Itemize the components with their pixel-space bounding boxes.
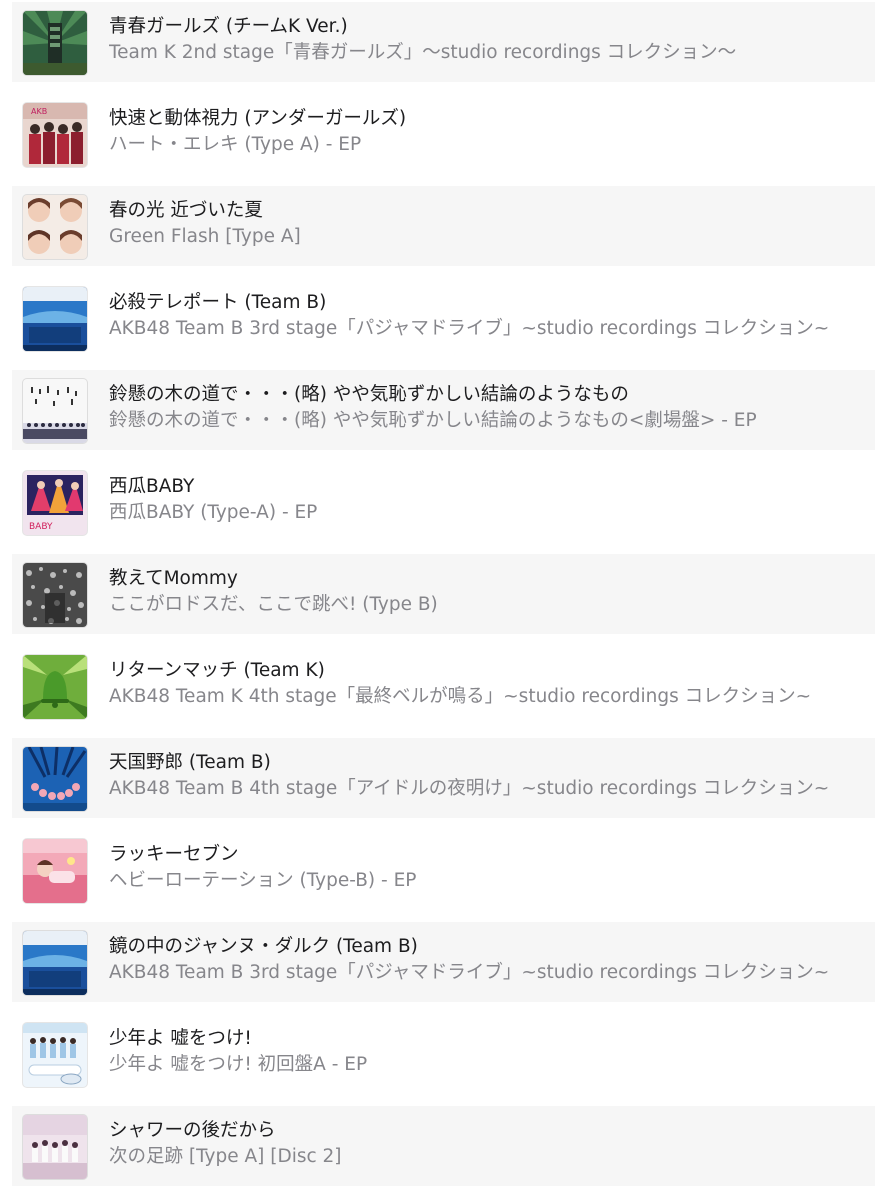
album-name: AKB48 Team B 4th stage「アイドルの夜明け」~studio …	[109, 778, 830, 799]
album-art-blue-stage	[23, 931, 87, 995]
song-row[interactable]: 鈴懸の木の道で・・・(略) やや気恥ずかしい結論のようなもの 鈴懸の木の道で・・…	[12, 370, 875, 450]
album-art-blue-stage	[23, 287, 87, 351]
song-row[interactable]: 必殺テレポート (Team B) AKB48 Team B 3rd stage「…	[12, 278, 875, 358]
album-art-pink-group	[23, 1115, 87, 1179]
song-row[interactable]: BABY 西瓜BABY 西瓜BABY (Type-A) - EP	[12, 462, 875, 542]
album-name: ここがロドスだ、ここで跳べ! (Type B)	[109, 594, 438, 615]
album-name: Green Flash [Type A]	[109, 226, 301, 247]
album-name: 次の足跡 [Type A] [Disc 2]	[109, 1146, 342, 1167]
song-title: 快速と動体視力 (アンダーガールズ)	[109, 108, 407, 129]
song-row[interactable]: 春の光 近づいた夏 Green Flash [Type A]	[12, 186, 875, 266]
album-name: 少年よ 嘘をつけ! 初回盤A - EP	[109, 1054, 368, 1075]
album-art-tower	[23, 11, 87, 75]
song-title: 天国野郎 (Team B)	[109, 752, 271, 773]
song-row[interactable]: 青春ガールズ (チームK Ver.) Team K 2nd stage「青春ガー…	[12, 2, 875, 82]
album-name: AKB48 Team B 3rd stage「パジャマドライブ」~studio …	[109, 962, 830, 983]
album-art-watermelon: BABY	[23, 471, 87, 535]
song-title: 青春ガールズ (チームK Ver.)	[109, 16, 348, 37]
album-name: AKB48 Team B 3rd stage「パジャマドライブ」~studio …	[109, 318, 830, 339]
song-title: シャワーの後だから	[109, 1120, 276, 1141]
song-list: 青春ガールズ (チームK Ver.) Team K 2nd stage「青春ガー…	[0, 0, 875, 1200]
album-name: ヘビーローテーション (Type-B) - EP	[109, 870, 417, 891]
song-title: 鈴懸の木の道で・・・(略) やや気恥ずかしい結論のようなもの	[109, 384, 629, 405]
song-title: 少年よ 嘘をつけ!	[109, 1028, 252, 1049]
song-title: リターンマッチ (Team K)	[109, 660, 325, 681]
song-row[interactable]: 天国野郎 (Team B) AKB48 Team B 4th stage「アイド…	[12, 738, 875, 818]
album-art-green-bell	[23, 655, 87, 719]
song-title: 必殺テレポート (Team B)	[109, 292, 327, 313]
song-row[interactable]: 鏡の中のジャンヌ・ダルク (Team B) AKB48 Team B 3rd s…	[12, 922, 875, 1002]
song-title: 教えてMommy	[109, 568, 238, 589]
song-title: ラッキーセブン	[109, 844, 239, 865]
song-row[interactable]: ラッキーセブン ヘビーローテーション (Type-B) - EP	[12, 830, 875, 910]
album-art-blue-ring	[23, 747, 87, 811]
song-title: 西瓜BABY	[109, 476, 195, 497]
song-row[interactable]: リターンマッチ (Team K) AKB48 Team K 4th stage「…	[12, 646, 875, 726]
album-art-mono-crowd	[23, 563, 87, 627]
album-art-group-red: AKB	[23, 103, 87, 167]
svg-text:AKB: AKB	[31, 107, 47, 116]
album-art-white-group	[23, 379, 87, 443]
album-name: Team K 2nd stage「青春ガールズ」〜studio recordin…	[109, 42, 737, 63]
song-row[interactable]: AKB 快速と動体視力 (アンダーガールズ) ハート・エレキ (Type A) …	[12, 94, 875, 174]
album-name: 西瓜BABY (Type-A) - EP	[109, 502, 318, 523]
album-name: ハート・エレキ (Type A) - EP	[109, 134, 362, 155]
song-title: 春の光 近づいた夏	[109, 200, 263, 221]
svg-text:BABY: BABY	[29, 522, 53, 532]
album-art-pink-bed	[23, 839, 87, 903]
song-row[interactable]: 教えてMommy ここがロドスだ、ここで跳べ! (Type B)	[12, 554, 875, 634]
song-row[interactable]: シャワーの後だから 次の足跡 [Type A] [Disc 2]	[12, 1106, 875, 1186]
album-name: AKB48 Team K 4th stage「最終ベルが鳴る」~studio r…	[109, 686, 812, 707]
album-name: 鈴懸の木の道で・・・(略) やや気恥ずかしい結論のようなもの<劇場盤> - EP	[109, 410, 757, 431]
album-art-light-group	[23, 1023, 87, 1087]
song-row[interactable]: 少年よ 嘘をつけ! 少年よ 嘘をつけ! 初回盤A - EP	[12, 1014, 875, 1094]
album-art-four-faces	[23, 195, 87, 259]
song-title: 鏡の中のジャンヌ・ダルク (Team B)	[109, 936, 418, 957]
